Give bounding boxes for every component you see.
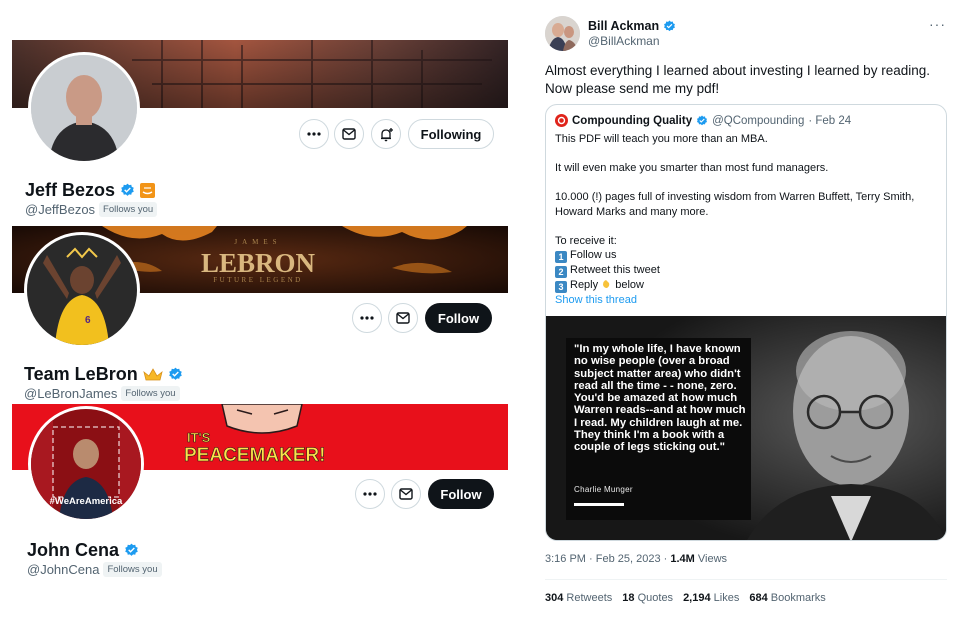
author-avatar[interactable] bbox=[545, 16, 580, 51]
verified-icon bbox=[664, 20, 676, 31]
crown-icon bbox=[143, 368, 163, 381]
divider bbox=[545, 579, 947, 580]
message-button[interactable] bbox=[334, 119, 364, 149]
profile-card-bezos: Following Jeff Bezos @JeffBezos Follows … bbox=[12, 40, 508, 218]
notifications-button[interactable] bbox=[371, 119, 401, 149]
following-button[interactable]: Following bbox=[408, 119, 494, 149]
quoted-tweet-image[interactable]: "In my whole life, I have known no wise … bbox=[546, 316, 946, 540]
tweet-timestamp[interactable]: 3:16 PM · Feb 25, 2023 · 1.4M Views bbox=[545, 553, 727, 565]
image-quote-text: "In my whole life, I have known no wise … bbox=[574, 343, 746, 454]
more-icon bbox=[360, 316, 374, 320]
more-options-button[interactable] bbox=[352, 303, 382, 333]
author-name[interactable]: Bill Ackman bbox=[588, 19, 659, 33]
tweet-stats: 304 Retweets 18 Quotes 2,194 Likes 684 B… bbox=[545, 592, 826, 604]
keycap-1-icon: 1 bbox=[555, 251, 567, 263]
quoted-avatar bbox=[555, 114, 568, 127]
show-thread-link[interactable]: Show this thread bbox=[555, 293, 940, 308]
more-options-button[interactable] bbox=[299, 119, 329, 149]
follows-you-badge: Follows you bbox=[103, 562, 162, 577]
bell-plus-icon bbox=[380, 127, 393, 141]
profile-handle-row: @JohnCena Follows you bbox=[27, 562, 162, 577]
quoted-tweet-body: This PDF will teach you more than an MBA… bbox=[555, 132, 940, 308]
more-icon bbox=[363, 492, 377, 496]
profile-name: Team LeBron bbox=[24, 364, 138, 384]
banner-sub-text: FUTURE LEGEND bbox=[213, 276, 302, 284]
profile-handle: @JeffBezos bbox=[25, 202, 96, 217]
avatar[interactable] bbox=[28, 52, 140, 164]
more-options-icon[interactable]: ··· bbox=[929, 16, 946, 32]
bookmarks-stat[interactable]: 684 Bookmarks bbox=[749, 592, 825, 604]
author-row: Bill Ackman bbox=[588, 19, 676, 33]
quotes-stat[interactable]: 18 Quotes bbox=[622, 592, 673, 604]
views-count: 1.4M bbox=[670, 553, 695, 565]
quoted-handle: @QCompounding bbox=[712, 114, 805, 127]
quoted-line: This PDF will teach you more than an MBA… bbox=[555, 133, 768, 145]
profile-name: John Cena bbox=[27, 540, 120, 560]
envelope-icon bbox=[342, 128, 356, 140]
envelope-icon bbox=[396, 312, 410, 324]
quoted-date: · Feb 24 bbox=[808, 114, 852, 127]
avatar[interactable]: #WeAreAmerica bbox=[28, 406, 144, 522]
tweet-text: Almost everything I learned about invest… bbox=[545, 63, 930, 96]
banner-line1-text: IT'S bbox=[187, 430, 211, 445]
svg-text:6: 6 bbox=[85, 315, 91, 326]
avatar-caption: #WeAreAmerica bbox=[50, 496, 123, 507]
profile-name-row: John Cena bbox=[27, 540, 139, 561]
author-handle[interactable]: @BillAckman bbox=[588, 34, 660, 48]
quoted-line: 10.000 (!) pages full of investing wisdo… bbox=[555, 191, 915, 218]
quoted-step: 1 Follow us bbox=[555, 248, 940, 263]
likes-stat[interactable]: 2,194 Likes bbox=[683, 592, 739, 604]
profile-handle: @JohnCena bbox=[27, 562, 100, 577]
profile-name-row: Team LeBron bbox=[24, 364, 183, 385]
verified-icon bbox=[168, 367, 182, 380]
retweets-stat[interactable]: 304 Retweets bbox=[545, 592, 612, 604]
follow-button[interactable]: Follow bbox=[425, 303, 492, 333]
profile-name: Jeff Bezos bbox=[25, 180, 116, 200]
amazon-badge-icon bbox=[140, 183, 156, 198]
quoted-step: 2 Retweet this tweet bbox=[555, 263, 940, 278]
quoted-tweet-header: Compounding Quality @QCompounding · Feb … bbox=[555, 114, 851, 127]
follows-you-badge: Follows you bbox=[121, 386, 180, 401]
profile-handle: @LeBronJames bbox=[24, 386, 118, 401]
verified-icon bbox=[697, 115, 708, 125]
banner-title-text: LEBRON bbox=[201, 248, 316, 278]
profile-card-lebron: JAMES LEBRON FUTURE LEGEND 6 Follow Team… bbox=[12, 226, 508, 402]
verified-icon bbox=[121, 183, 134, 196]
profile-handle-row: @LeBronJames Follows you bbox=[24, 386, 180, 401]
profile-handle-row: @JeffBezos Follows you bbox=[25, 202, 158, 217]
message-button[interactable] bbox=[391, 479, 421, 509]
verified-icon bbox=[125, 543, 138, 556]
profile-name-row: Jeff Bezos bbox=[25, 180, 156, 201]
profile-card-cena: IT'S PEACEMAKER! #WeAreAmerica Follow Jo… bbox=[12, 404, 508, 580]
image-quote-author: Charlie Munger bbox=[574, 485, 633, 494]
envelope-icon bbox=[399, 488, 413, 500]
quoted-step: 3 Reply below bbox=[555, 278, 940, 293]
keycap-3-icon: 3 bbox=[555, 281, 567, 293]
quoted-tweet[interactable]: Compounding Quality @QCompounding · Feb … bbox=[545, 104, 947, 541]
waving-hand-icon bbox=[603, 280, 610, 288]
more-icon bbox=[307, 132, 321, 136]
follow-button[interactable]: Follow bbox=[428, 479, 494, 509]
quote-divider bbox=[574, 503, 624, 506]
tweet: Bill Ackman @BillAckman ··· Almost every… bbox=[530, 0, 960, 632]
keycap-2-icon: 2 bbox=[555, 266, 567, 278]
banner-line2-text: PEACEMAKER! bbox=[184, 445, 325, 466]
quoted-line: It will even make you smarter than most … bbox=[555, 162, 829, 174]
more-options-button[interactable] bbox=[355, 479, 385, 509]
message-button[interactable] bbox=[388, 303, 418, 333]
banner-top-text: JAMES bbox=[234, 238, 281, 246]
follows-you-badge: Follows you bbox=[99, 202, 158, 217]
quoted-line: To receive it: bbox=[555, 234, 617, 247]
quote-overlay: "In my whole life, I have known no wise … bbox=[566, 338, 751, 520]
avatar[interactable]: 6 bbox=[24, 232, 140, 348]
quoted-author-name: Compounding Quality bbox=[572, 114, 693, 127]
